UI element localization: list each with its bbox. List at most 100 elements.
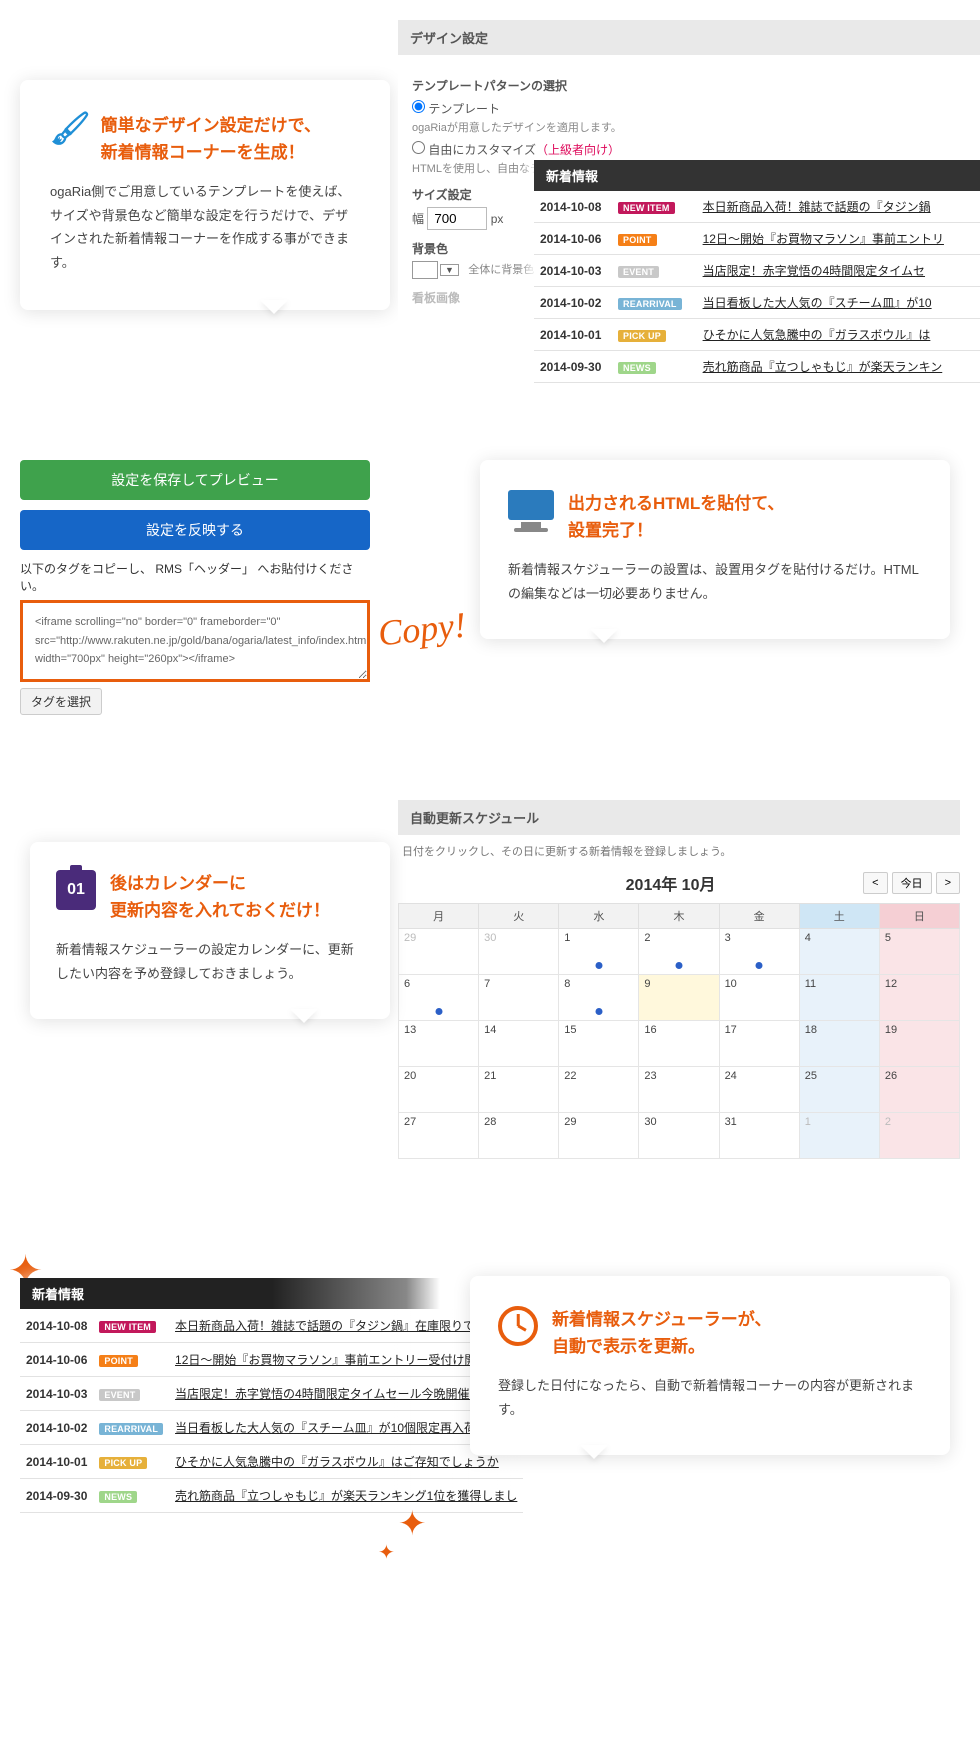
news-badge: PICK UP bbox=[99, 1457, 147, 1469]
news-badge: PICK UP bbox=[618, 330, 666, 342]
news-date: 2014-10-02 bbox=[534, 287, 612, 319]
calendar-cell[interactable]: 3 bbox=[719, 929, 799, 975]
select-tag-button[interactable]: タグを選択 bbox=[20, 688, 102, 715]
calendar-cell[interactable]: 30 bbox=[639, 1113, 719, 1159]
calendar-cell[interactable]: 1 bbox=[799, 1113, 879, 1159]
event-dot-icon bbox=[595, 1008, 602, 1015]
radio-custom-input[interactable] bbox=[412, 141, 425, 154]
radio-template-input[interactable] bbox=[412, 100, 425, 113]
color-dropdown-icon[interactable]: ▼ bbox=[440, 264, 459, 276]
calendar-cell[interactable]: 22 bbox=[559, 1067, 639, 1113]
color-swatch[interactable] bbox=[412, 261, 438, 279]
calendar-cell[interactable]: 21 bbox=[479, 1067, 559, 1113]
calendar-cell[interactable]: 19 bbox=[879, 1021, 959, 1067]
title-line2: 新着情報コーナーを生成！ bbox=[101, 143, 305, 162]
calendar-cell[interactable]: 28 bbox=[479, 1113, 559, 1159]
news-badge-cell: REARRIVAL bbox=[93, 1411, 169, 1445]
radio-custom[interactable]: 自由にカスタマイズ（上級者向け） bbox=[412, 141, 966, 158]
calendar-cell[interactable]: 10 bbox=[719, 975, 799, 1021]
calendar-week: 6789101112 bbox=[399, 975, 960, 1021]
calendar-cell[interactable]: 1 bbox=[559, 929, 639, 975]
bubble-title: 新着情報スケジューラーが、 自動で表示を更新。 bbox=[552, 1306, 771, 1360]
calendar-cell[interactable]: 29 bbox=[399, 929, 479, 975]
calendar-cell[interactable]: 20 bbox=[399, 1067, 479, 1113]
news-badge-cell: POINT bbox=[93, 1343, 169, 1377]
news-date: 2014-09-30 bbox=[20, 1479, 93, 1513]
day-header: 日 bbox=[879, 904, 959, 929]
calendar-cell[interactable]: 25 bbox=[799, 1067, 879, 1113]
news-link[interactable]: 当店限定！赤字覚悟の4時間限定タイムセール今晩開催！ bbox=[175, 1387, 481, 1401]
news-date: 2014-10-03 bbox=[20, 1377, 93, 1411]
day-header: 火 bbox=[479, 904, 559, 929]
news-list: 2014-10-08NEW ITEM本日新商品入荷！雑誌で話題の『タジン鍋』在庫… bbox=[20, 1309, 523, 1513]
speech-bubble-output: 出力されるHTMLを貼付て、 設置完了！ 新着情報スケジューラーの設置は、設置用… bbox=[480, 460, 950, 639]
news-link[interactable]: 売れ筋商品『立つしゃもじ』が楽天ランキング1位を獲得しまし bbox=[175, 1489, 517, 1503]
news-badge-cell: PICK UP bbox=[612, 319, 697, 351]
news-link[interactable]: 本日新商品入荷！雑誌で話題の『タジン鍋 bbox=[703, 200, 931, 214]
calendar-week: 20212223242526 bbox=[399, 1067, 960, 1113]
news-link[interactable]: 売れ筋商品『立つしゃもじ』が楽天ランキン bbox=[703, 360, 943, 374]
radio-template[interactable]: テンプレート bbox=[412, 100, 966, 117]
title-line1: 簡単なデザイン設定だけで、 bbox=[101, 116, 321, 135]
pattern-label: テンプレートパターンの選択 bbox=[412, 77, 966, 94]
calendar-cell[interactable]: 26 bbox=[879, 1067, 959, 1113]
calendar-cell[interactable]: 24 bbox=[719, 1067, 799, 1113]
calendar-cell[interactable]: 11 bbox=[799, 975, 879, 1021]
news-link[interactable]: 本日新商品入荷！雑誌で話題の『タジン鍋』在庫限りで販売 bbox=[175, 1319, 499, 1333]
news-link[interactable]: ひそかに人気急騰中の『ガラスボウル』はご存知でしょうか bbox=[175, 1455, 499, 1469]
news-list: 2014-10-08NEW ITEM本日新商品入荷！雑誌で話題の『タジン鍋201… bbox=[534, 191, 980, 383]
bubble-title: 後はカレンダーに 更新内容を入れておくだけ！ bbox=[110, 870, 330, 924]
calendar-cell[interactable]: 16 bbox=[639, 1021, 719, 1067]
calendar-cell[interactable]: 8 bbox=[559, 975, 639, 1021]
news-badge-cell: NEWS bbox=[93, 1479, 169, 1513]
code-textarea[interactable]: <iframe scrolling="no" border="0" frameb… bbox=[20, 600, 370, 682]
calendar-cell[interactable]: 13 bbox=[399, 1021, 479, 1067]
width-input[interactable] bbox=[427, 207, 487, 230]
calendar-cell[interactable]: 2 bbox=[639, 929, 719, 975]
calendar-title: 2014年 10月 bbox=[478, 871, 863, 895]
news-result-panel: 新着情報 2014-10-08NEW ITEM本日新商品入荷！雑誌で話題の『タジ… bbox=[20, 1278, 440, 1513]
news-link[interactable]: 当店限定！赤字覚悟の4時間限定タイムセ bbox=[703, 264, 925, 278]
news-text: 売れ筋商品『立つしゃもじ』が楽天ランキン bbox=[697, 351, 980, 383]
speech-bubble-design: 🖌 簡単なデザイン設定だけで、 新着情報コーナーを生成！ ogaRia側でご用意… bbox=[20, 80, 390, 310]
calendar-cell[interactable]: 7 bbox=[479, 975, 559, 1021]
today-button[interactable]: 今日 bbox=[892, 872, 932, 894]
schedule-header: 自動更新スケジュール bbox=[398, 800, 960, 835]
calendar-cell[interactable]: 9 bbox=[639, 975, 719, 1021]
news-link[interactable]: 当日看板した大人気の『スチーム皿』が10個限定再入荷しまし bbox=[175, 1421, 512, 1435]
calendar-cell[interactable]: 31 bbox=[719, 1113, 799, 1159]
news-text: 当店限定！赤字覚悟の4時間限定タイムセ bbox=[697, 255, 980, 287]
news-date: 2014-10-01 bbox=[534, 319, 612, 351]
news-row: 2014-10-08NEW ITEM本日新商品入荷！雑誌で話題の『タジン鍋』在庫… bbox=[20, 1309, 523, 1343]
prev-month-button[interactable]: < bbox=[863, 872, 887, 894]
news-badge: REARRIVAL bbox=[618, 298, 682, 310]
apply-button[interactable]: 設定を反映する bbox=[20, 510, 370, 550]
calendar-cell[interactable]: 30 bbox=[479, 929, 559, 975]
calendar-cell[interactable]: 27 bbox=[399, 1113, 479, 1159]
calendar-cell[interactable]: 6 bbox=[399, 975, 479, 1021]
news-row: 2014-10-03EVENT当店限定！赤字覚悟の4時間限定タイムセ bbox=[534, 255, 980, 287]
calendar-cell[interactable]: 17 bbox=[719, 1021, 799, 1067]
news-preview-panel: 新着情報 2014-10-08NEW ITEM本日新商品入荷！雑誌で話題の『タジ… bbox=[534, 160, 980, 383]
calendar-cell[interactable]: 29 bbox=[559, 1113, 639, 1159]
calendar-week: 293012345 bbox=[399, 929, 960, 975]
news-link[interactable]: 12日～開始『お買物マラソン』事前エントリー受付け開始しま bbox=[175, 1353, 512, 1367]
preview-button[interactable]: 設定を保存してプレビュー bbox=[20, 460, 370, 500]
calendar-cell[interactable]: 5 bbox=[879, 929, 959, 975]
calendar-cell[interactable]: 14 bbox=[479, 1021, 559, 1067]
calendar-cell[interactable]: 18 bbox=[799, 1021, 879, 1067]
calendar-cell[interactable]: 15 bbox=[559, 1021, 639, 1067]
news-link[interactable]: 12日～開始『お買物マラソン』事前エントリ bbox=[703, 232, 944, 246]
calendar-cell[interactable]: 4 bbox=[799, 929, 879, 975]
section-calendar: 01 後はカレンダーに 更新内容を入れておくだけ！ 新着情報スケジューラーの設定… bbox=[0, 800, 980, 1140]
news-date: 2014-10-08 bbox=[20, 1309, 93, 1343]
news-link[interactable]: 当日看板した大人気の『スチーム皿』が10 bbox=[703, 296, 932, 310]
section-auto-update: ✦ 新着情報 2014-10-08NEW ITEM本日新商品入荷！雑誌で話題の『… bbox=[0, 1240, 980, 1540]
next-month-button[interactable]: > bbox=[936, 872, 960, 894]
calendar-cell[interactable]: 12 bbox=[879, 975, 959, 1021]
calendar-cell[interactable]: 2 bbox=[879, 1113, 959, 1159]
news-link[interactable]: ひそかに人気急騰中の『ガラスボウル』は bbox=[703, 328, 931, 342]
news-text: 当日看板した大人気の『スチーム皿』が10 bbox=[697, 287, 980, 319]
calendar-cell[interactable]: 23 bbox=[639, 1067, 719, 1113]
calendar-table: 月火水木金土日293012345678910111213141516171819… bbox=[398, 903, 960, 1159]
